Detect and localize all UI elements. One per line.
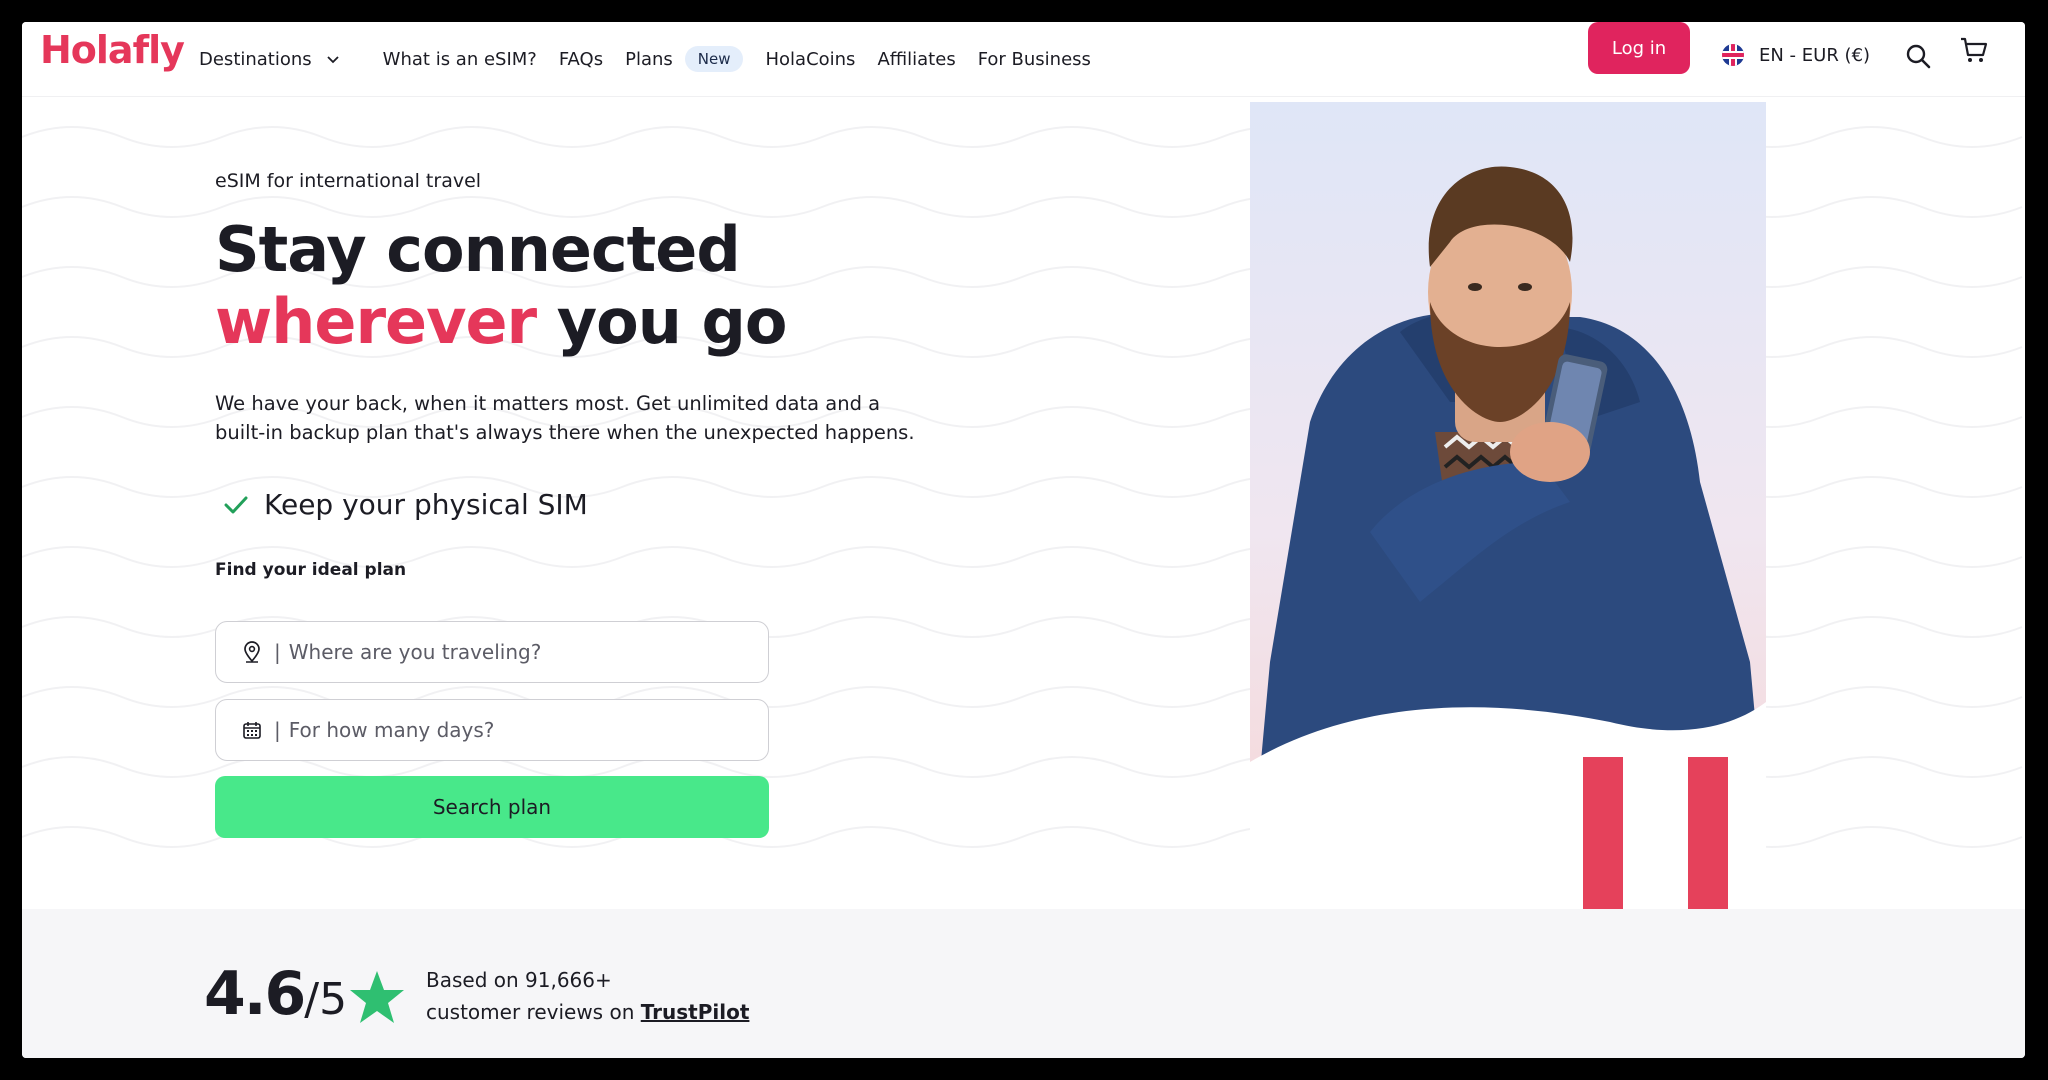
days-placeholder: For how many days? — [288, 718, 495, 742]
flag-uk-icon — [1722, 44, 1744, 66]
new-badge: New — [684, 46, 744, 72]
destination-input[interactable]: | Where are you traveling? — [215, 621, 769, 683]
language-currency-selector[interactable]: EN - EUR (€) — [1722, 44, 1870, 66]
destination-placeholder: Where are you traveling? — [288, 640, 542, 664]
nav-for-business[interactable]: For Business — [978, 49, 1091, 70]
nav-plans-label: Plans — [625, 48, 673, 70]
reviews-line2-prefix: customer reviews on — [426, 1000, 641, 1024]
input-caret: | — [274, 718, 281, 742]
nav-affiliates-label: Affiliates — [877, 48, 956, 70]
nav-plans[interactable]: Plans New — [625, 46, 744, 72]
nav-affiliates[interactable]: Affiliates — [877, 49, 955, 70]
nav-what-is-esim-label: What is an eSIM? — [382, 48, 537, 70]
language-currency-label: EN - EUR (€) — [1759, 44, 1871, 66]
hero-description: We have your back, when it matters most.… — [215, 392, 915, 444]
main-nav: Destinations What is an eSIM? FAQs Plans… — [199, 22, 1113, 96]
reviews-text: Based on 91,666+ customer reviews on Tru… — [426, 964, 749, 1028]
nav-what-is-esim[interactable]: What is an eSIM? — [383, 49, 537, 70]
checkmark-icon — [224, 496, 248, 513]
browser-viewport: Holafly Destinations What is an eSIM? FA… — [22, 22, 2025, 1058]
find-plan-label: Find your ideal plan — [215, 560, 407, 580]
location-pin-icon — [244, 641, 260, 663]
nav-faqs-label: FAQs — [558, 48, 604, 70]
holafly-logo[interactable]: Holafly — [40, 28, 185, 72]
star-icon — [350, 971, 404, 1023]
rating-strip: 4.6/5 Based on 91,666+ customer reviews … — [22, 909, 2025, 1058]
nav-destinations-label: Destinations — [199, 48, 312, 70]
top-navigation-bar: Holafly Destinations What is an eSIM? FA… — [22, 22, 2025, 97]
hero-title: Stay connected wherever you go — [215, 213, 788, 358]
hero-eyebrow: eSIM for international travel — [215, 170, 482, 192]
rating-score-denominator: /5 — [304, 974, 348, 1025]
feature-item: Keep your physical SIM — [222, 488, 588, 521]
hero-title-line1: Stay connected — [215, 213, 741, 286]
rating-score: 4.6/5 — [204, 959, 347, 1029]
nav-faqs[interactable]: FAQs — [559, 49, 603, 70]
nav-destinations[interactable]: Destinations — [199, 49, 340, 70]
cart-icon[interactable] — [1958, 34, 1990, 66]
calendar-icon — [243, 722, 261, 739]
reviews-line1: Based on 91,666+ — [426, 968, 612, 992]
search-icon[interactable] — [1902, 40, 1934, 72]
nav-holacoins-label: HolaCoins — [765, 48, 856, 70]
hero-title-accent: wherever — [215, 285, 537, 358]
days-input[interactable]: | For how many days? — [215, 699, 769, 761]
feature-label: Keep your physical SIM — [264, 488, 588, 521]
rating-score-value: 4.6 — [204, 959, 306, 1029]
search-plan-button[interactable]: Search plan — [215, 776, 769, 838]
nav-for-business-label: For Business — [977, 48, 1091, 70]
decorative-red-bar — [1688, 757, 1728, 919]
decorative-red-bar — [1583, 757, 1623, 919]
hero-title-line2: wherever you go — [215, 285, 788, 358]
input-caret: | — [274, 640, 281, 664]
login-button[interactable]: Log in — [1588, 22, 1690, 74]
nav-holacoins[interactable]: HolaCoins — [765, 49, 855, 70]
reviews-line2: customer reviews on TrustPilot — [426, 996, 749, 1028]
trustpilot-link[interactable]: TrustPilot — [641, 1000, 750, 1024]
chevron-down-icon — [327, 56, 339, 64]
hero-title-rest: you go — [536, 285, 788, 358]
